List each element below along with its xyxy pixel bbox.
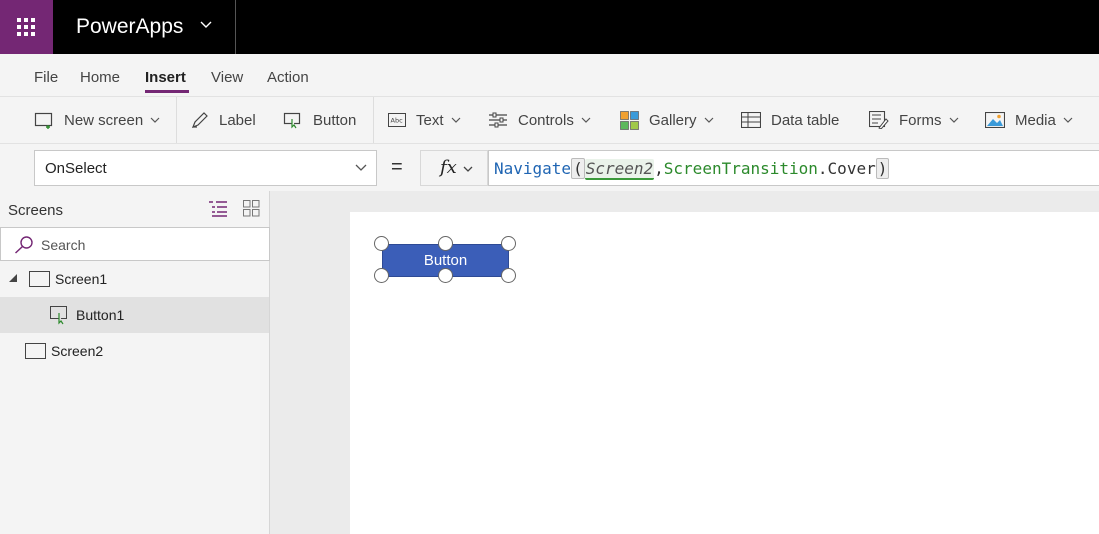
fx-button[interactable]: fx xyxy=(420,150,488,186)
chevron-down-icon xyxy=(150,117,160,123)
canvas-area: Button xyxy=(270,191,1099,534)
property-dropdown-value: OnSelect xyxy=(45,160,107,177)
chevron-down-icon xyxy=(1063,117,1073,123)
property-dropdown[interactable]: OnSelect xyxy=(34,150,377,186)
chevron-down-icon[interactable] xyxy=(199,18,213,32)
text-dropdown-button[interactable]: Abc Text xyxy=(388,97,462,143)
tree-item-screen1[interactable]: Screen1 xyxy=(0,261,269,297)
screen-canvas[interactable]: Button xyxy=(350,212,1099,534)
chevron-down-icon xyxy=(451,117,460,123)
tab-action[interactable]: Action xyxy=(267,69,309,86)
formula-comma: , xyxy=(654,159,664,178)
active-tab-indicator xyxy=(145,90,189,93)
ribbon-separator xyxy=(373,97,374,143)
text-dropdown-label: Text xyxy=(416,111,444,129)
top-bar: PowerApps xyxy=(0,0,1099,54)
media-dropdown-button[interactable]: Media xyxy=(985,97,1074,143)
controls-dropdown-button[interactable]: Controls xyxy=(488,97,592,143)
text-icon: Abc xyxy=(388,113,406,127)
resize-handle-top-left[interactable] xyxy=(374,236,389,251)
forms-icon xyxy=(869,111,889,129)
tab-file[interactable]: File xyxy=(34,69,58,86)
formula-function: Navigate xyxy=(494,159,572,178)
controls-dropdown-label: Controls xyxy=(518,111,574,129)
gallery-icon xyxy=(620,110,639,130)
screens-search-box[interactable] xyxy=(0,227,270,261)
new-screen-button[interactable]: New screen xyxy=(34,97,161,143)
tree-item-button1[interactable]: Button1 xyxy=(0,297,269,333)
new-screen-label: New screen xyxy=(64,111,144,129)
screens-panel: Screens Screen1 Button xyxy=(0,191,270,534)
controls-icon xyxy=(489,112,507,128)
screen-icon xyxy=(29,271,50,287)
search-icon xyxy=(14,236,33,254)
button-icon xyxy=(50,306,67,325)
resize-handle-bottom-right[interactable] xyxy=(501,268,516,283)
tree-item-screen2[interactable]: Screen2 xyxy=(0,333,269,369)
media-dropdown-label: Media xyxy=(1015,111,1056,129)
chevron-down-icon xyxy=(355,164,367,171)
tree-item-label: Screen1 xyxy=(55,271,108,287)
resize-handle-top-right[interactable] xyxy=(501,236,516,251)
forms-dropdown-button[interactable]: Forms xyxy=(869,97,960,143)
data-table-icon xyxy=(741,112,761,128)
new-screen-icon xyxy=(34,112,53,129)
button-icon xyxy=(283,112,301,129)
topbar-divider xyxy=(235,0,236,54)
data-table-button[interactable]: Data table xyxy=(741,97,839,143)
label-icon xyxy=(191,112,208,129)
label-button-text: Label xyxy=(219,111,256,129)
chevron-down-icon xyxy=(581,117,591,123)
gallery-dropdown-label: Gallery xyxy=(649,111,697,129)
ribbon-separator xyxy=(176,97,177,143)
tree-item-label: Screen2 xyxy=(51,343,104,359)
formula-dot: . xyxy=(817,159,828,178)
equals-sign: = xyxy=(391,156,403,178)
media-icon xyxy=(985,112,1005,128)
tree-item-label: Button1 xyxy=(76,307,125,323)
formula-arg-member: Cover xyxy=(827,159,876,178)
formula-input[interactable]: Navigate(Screen2,ScreenTransition.Cover) xyxy=(488,150,1099,186)
waffle-icon xyxy=(17,18,35,36)
resize-handle-top[interactable] xyxy=(438,236,453,251)
button-button-text: Button xyxy=(313,111,357,129)
screen-icon xyxy=(25,343,46,359)
expand-triangle-icon[interactable] xyxy=(9,274,18,283)
tab-view[interactable]: View xyxy=(211,69,243,86)
formula-arg-screen: Screen2 xyxy=(584,159,655,180)
resize-handle-bottom-left[interactable] xyxy=(374,268,389,283)
formula-close-paren: ) xyxy=(875,158,890,179)
data-table-label: Data table xyxy=(771,111,840,129)
tab-insert[interactable]: Insert xyxy=(145,69,186,86)
search-input[interactable] xyxy=(41,235,241,255)
app-launcher-button[interactable] xyxy=(0,0,53,54)
gallery-dropdown-button[interactable]: Gallery xyxy=(620,97,715,143)
insert-label-button[interactable]: Label xyxy=(191,97,256,143)
chevron-down-icon xyxy=(704,117,713,123)
screens-panel-title: Screens xyxy=(8,202,64,219)
formula-bar: OnSelect = fx Navigate(Screen2,ScreenTra… xyxy=(0,144,1099,191)
svg-text:Abc: Abc xyxy=(391,117,404,125)
tab-home[interactable]: Home xyxy=(80,69,120,86)
grid-view-icon[interactable] xyxy=(243,200,260,217)
ribbon-toolbar: New screen Label Button Abc Text Control… xyxy=(0,96,1099,144)
forms-dropdown-label: Forms xyxy=(899,111,942,129)
list-view-icon[interactable] xyxy=(208,200,228,217)
insert-button-button[interactable]: Button xyxy=(283,97,356,143)
formula-open-paren: ( xyxy=(571,158,585,179)
formula-arg-enum: ScreenTransition xyxy=(663,159,818,178)
resize-handle-bottom[interactable] xyxy=(438,268,453,283)
chevron-down-icon xyxy=(949,117,958,123)
app-title[interactable]: PowerApps xyxy=(76,15,183,39)
fx-icon: fx xyxy=(440,157,457,178)
chevron-down-icon xyxy=(463,166,473,172)
